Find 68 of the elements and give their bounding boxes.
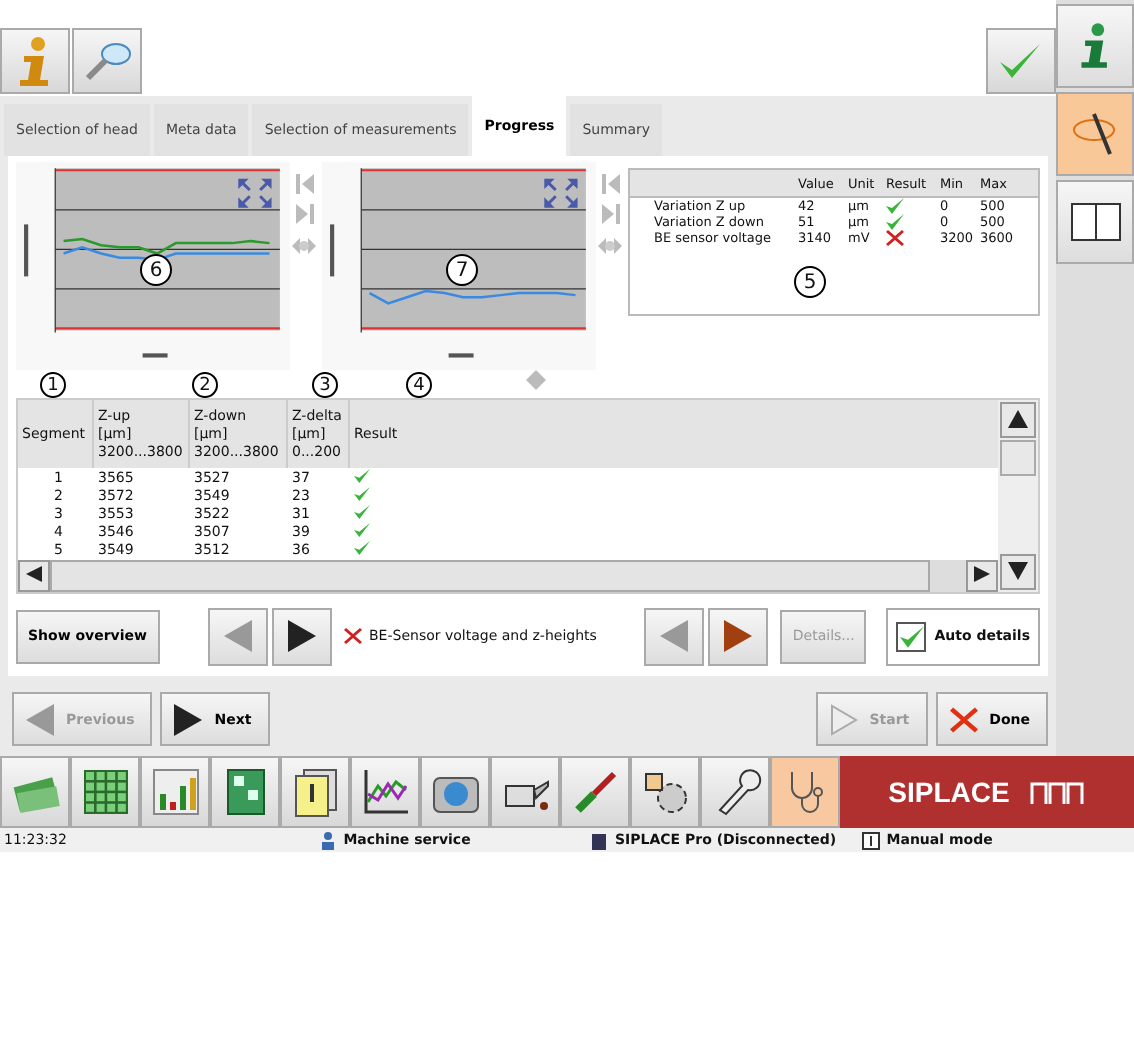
- callout-number: 2: [192, 372, 218, 398]
- screwdriver-button[interactable]: [560, 756, 630, 828]
- tools-button[interactable]: [1056, 92, 1134, 176]
- left-arrow-icon: [26, 566, 42, 582]
- scroll-right-button[interactable]: [966, 560, 998, 592]
- logo-text: SIPLACE: [888, 776, 1010, 808]
- axis-label-mark: [330, 224, 335, 277]
- skip-forward-icon: [601, 204, 619, 224]
- skip-back-icon: [295, 174, 313, 194]
- previous-measurement-button[interactable]: [644, 607, 705, 665]
- bar-chart-icon: [149, 766, 201, 818]
- document-icon: [289, 766, 341, 818]
- callout-number: 5: [794, 266, 826, 298]
- oil-can-button[interactable]: [490, 756, 560, 828]
- book-icon: [1069, 202, 1121, 242]
- play-icon: [829, 703, 858, 735]
- diagnostics-button[interactable]: [770, 756, 840, 828]
- scrollbar-thumb[interactable]: [50, 560, 930, 592]
- camera-button[interactable]: [420, 756, 490, 828]
- callout-number: 1: [40, 372, 66, 398]
- next-measurement-button[interactable]: [708, 607, 769, 665]
- magnifier-icon: [81, 39, 133, 83]
- search-button[interactable]: [72, 28, 142, 94]
- checkbox[interactable]: [896, 621, 927, 651]
- right-arrow-icon: [174, 703, 203, 735]
- scroll-up-button[interactable]: [1000, 402, 1036, 438]
- callout-number: 3: [312, 372, 338, 398]
- info-button[interactable]: [1056, 4, 1134, 88]
- expand-icon[interactable]: [544, 178, 578, 208]
- right-arrow-icon: [974, 566, 990, 582]
- mode-icon: [862, 831, 881, 849]
- computer-icon: [590, 831, 609, 849]
- scroll-down-button[interactable]: [1000, 554, 1036, 590]
- callout-number: 4: [406, 372, 432, 398]
- wand-icon: [1069, 108, 1121, 160]
- resize-handle-icon[interactable]: [292, 234, 316, 258]
- skip-back-icon: [601, 174, 619, 194]
- axis-label-mark: [142, 353, 168, 358]
- line-chart-button[interactable]: [350, 756, 420, 828]
- scroll-left-button[interactable]: [18, 560, 50, 592]
- bar-chart-button[interactable]: [140, 756, 210, 828]
- info-button[interactable]: [0, 28, 70, 94]
- axis-label-mark: [24, 224, 29, 277]
- scrollbar-thumb[interactable]: [1000, 440, 1036, 476]
- down-arrow-icon: [1008, 561, 1028, 579]
- grid-button[interactable]: [70, 756, 140, 828]
- left-arrow-icon: [660, 620, 689, 652]
- up-arrow-icon: [1008, 409, 1028, 427]
- logo-mark-icon: [1029, 780, 1086, 804]
- close-icon: [949, 703, 978, 735]
- manual-button[interactable]: [1056, 180, 1134, 264]
- money-button[interactable]: [0, 756, 70, 828]
- left-arrow-icon: [223, 620, 251, 652]
- hand-gear-button[interactable]: [630, 756, 700, 828]
- resize-handle-icon[interactable]: [598, 234, 622, 258]
- expand-icon[interactable]: [238, 178, 272, 208]
- line-chart-icon: [359, 766, 411, 818]
- person-icon: [319, 831, 338, 849]
- wrench-button[interactable]: [700, 756, 770, 828]
- left-arrow-icon: [26, 703, 54, 735]
- right-arrow-icon: [724, 620, 753, 652]
- axis-label-mark: [448, 353, 474, 358]
- document-button[interactable]: [280, 756, 350, 828]
- grid-icon: [79, 766, 131, 818]
- skip-forward-icon: [295, 204, 313, 224]
- right-arrow-icon: [287, 620, 315, 652]
- board-button[interactable]: [210, 756, 280, 828]
- next-item-button[interactable]: [271, 607, 331, 665]
